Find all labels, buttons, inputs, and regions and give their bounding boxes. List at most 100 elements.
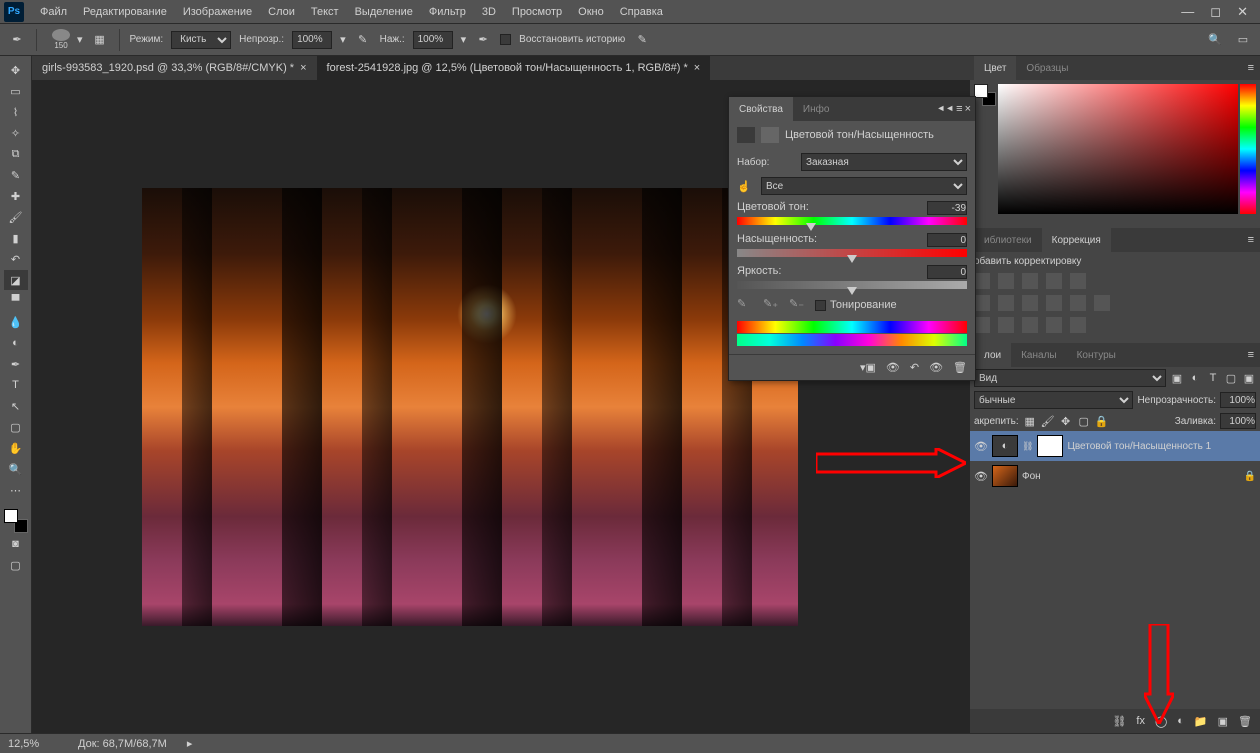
adj-hue-icon[interactable]	[974, 295, 990, 311]
adj-thresh-icon[interactable]	[1022, 317, 1038, 333]
layer-opacity-input[interactable]	[1220, 392, 1256, 408]
panel-menu-icon[interactable]: ≡	[1242, 234, 1260, 246]
adj-selcolor-icon[interactable]	[1070, 317, 1086, 333]
lock-artboard-icon[interactable]: ▢	[1077, 414, 1091, 428]
menu-view[interactable]: Просмотр	[504, 6, 570, 18]
eyedropper-icon[interactable]: ✎	[737, 297, 753, 313]
lock-all-icon[interactable]: 🔒	[1095, 414, 1109, 428]
tab-info[interactable]: Инфо	[793, 97, 840, 121]
pressure-size-icon[interactable]: ✎	[633, 31, 651, 49]
close-icon[interactable]: ×	[694, 62, 700, 74]
sat-input[interactable]	[927, 233, 967, 247]
hue-slider[interactable]	[737, 217, 967, 225]
document-tab-0[interactable]: girls-993583_1920.psd @ 33,3% (RGB/8#/CM…	[32, 56, 317, 80]
window-maximize-icon[interactable]: ◻	[1210, 4, 1221, 20]
menu-3d[interactable]: 3D	[474, 6, 504, 18]
layer-name[interactable]: Цветовой тон/Насыщенность 1	[1067, 441, 1256, 452]
link-layers-icon[interactable]: ⛓	[1112, 715, 1126, 728]
flow-input[interactable]	[413, 31, 453, 49]
light-input[interactable]	[927, 265, 967, 279]
menu-edit[interactable]: Редактирование	[75, 6, 175, 18]
airbrush-icon[interactable]: ✒	[474, 31, 492, 49]
reset-icon[interactable]: ↶	[910, 361, 919, 374]
tab-properties[interactable]: Свойства	[729, 97, 793, 121]
adj-levels-icon[interactable]	[998, 273, 1014, 289]
wand-tool[interactable]: ✧	[4, 123, 28, 143]
tab-adjustments[interactable]: Коррекция	[1042, 228, 1111, 252]
quickmask-tool[interactable]: ◙	[4, 534, 28, 554]
menu-text[interactable]: Текст	[303, 6, 347, 18]
zoom-value[interactable]: 12,5%	[8, 738, 58, 750]
restore-history-checkbox[interactable]	[500, 34, 511, 45]
tool-preset-icon[interactable]: ✒	[8, 31, 26, 49]
gradient-tool[interactable]: ▀	[4, 291, 28, 311]
marquee-tool[interactable]: ▭	[4, 81, 28, 101]
sat-slider[interactable]	[737, 249, 967, 257]
group-icon[interactable]: 📁	[1194, 715, 1208, 728]
lock-trans-icon[interactable]: ▦	[1023, 414, 1037, 428]
blend-mode-select[interactable]: Кисть	[171, 31, 231, 49]
doc-size[interactable]: Док: 68,7M/68,7M	[78, 738, 167, 750]
tab-libraries[interactable]: иблиотеки	[974, 228, 1042, 252]
adj-bw-icon[interactable]	[1022, 295, 1038, 311]
lock-pos-icon[interactable]: ✥	[1059, 414, 1073, 428]
brush-tool[interactable]: 🖌	[4, 207, 28, 227]
lasso-tool[interactable]: ⌇	[4, 102, 28, 122]
menu-filter[interactable]: Фильтр	[421, 6, 474, 18]
rectangle-tool[interactable]: ▢	[4, 417, 28, 437]
filter-smart-icon[interactable]: ▣	[1242, 371, 1256, 385]
tab-channels[interactable]: Каналы	[1011, 343, 1067, 367]
layer-thumb[interactable]: ◐	[992, 435, 1018, 457]
menu-image[interactable]: Изображение	[175, 6, 260, 18]
menu-help[interactable]: Справка	[612, 6, 671, 18]
hue-strip[interactable]	[1240, 84, 1256, 214]
adj-poster-icon[interactable]	[998, 317, 1014, 333]
adj-exposure-icon[interactable]	[1046, 273, 1062, 289]
close-icon[interactable]: ×	[965, 103, 971, 115]
eyedropper-add-icon[interactable]: ✎₊	[763, 297, 779, 313]
blur-tool[interactable]: 💧	[4, 312, 28, 332]
brush-panel-icon[interactable]: ▦	[91, 31, 109, 49]
panel-menu-icon[interactable]: ≡	[1242, 62, 1260, 74]
colorize-checkbox[interactable]	[815, 300, 826, 311]
menu-window[interactable]: Окно	[570, 6, 612, 18]
search-icon[interactable]: 🔍	[1206, 31, 1224, 49]
eyedropper-sub-icon[interactable]: ✎₋	[789, 297, 805, 313]
adj-curves-icon[interactable]	[1022, 273, 1038, 289]
tab-paths[interactable]: Контуры	[1067, 343, 1126, 367]
adjustment-layer-icon[interactable]: ◐	[1177, 715, 1184, 727]
screenmode-tool[interactable]: ▢	[4, 555, 28, 575]
eraser-tool[interactable]: ◪	[4, 270, 28, 290]
stamp-tool[interactable]: ▮	[4, 228, 28, 248]
delete-icon[interactable]: 🗑	[1238, 715, 1252, 728]
collapse-icon[interactable]: ◄◄	[936, 103, 954, 115]
filter-adjust-icon[interactable]: ◐	[1188, 371, 1202, 385]
light-slider[interactable]	[737, 281, 967, 289]
adj-invert-icon[interactable]	[974, 317, 990, 333]
hue-input[interactable]	[927, 201, 967, 215]
visibility-icon[interactable]: 👁	[974, 470, 988, 483]
edit-toolbar[interactable]: ⋯	[4, 480, 28, 500]
clip-icon[interactable]: ▾▣	[860, 361, 876, 374]
zoom-tool[interactable]: 🔍	[4, 459, 28, 479]
filter-pixel-icon[interactable]: ▣	[1170, 371, 1184, 385]
heal-tool[interactable]: ✚	[4, 186, 28, 206]
layer-thumb[interactable]	[992, 465, 1018, 487]
filter-type-icon[interactable]: T	[1206, 371, 1220, 385]
menu-layers[interactable]: Слои	[260, 6, 303, 18]
panel-menu-icon[interactable]: ≡	[1242, 349, 1260, 361]
path-select-tool[interactable]: ↖	[4, 396, 28, 416]
lock-pixels-icon[interactable]: 🖌	[1041, 414, 1055, 428]
layer-kind-select[interactable]: Вид	[974, 369, 1166, 387]
delete-icon[interactable]: 🗑	[953, 361, 967, 374]
close-icon[interactable]: ×	[300, 62, 306, 74]
color-swatch-mini[interactable]	[974, 84, 996, 106]
adj-colorbal-icon[interactable]	[998, 295, 1014, 311]
status-arrow-icon[interactable]: ▸	[187, 737, 193, 750]
brush-preview[interactable]: 150 ▾	[47, 29, 83, 51]
opacity-input[interactable]	[292, 31, 332, 49]
history-brush-tool[interactable]: ↶	[4, 249, 28, 269]
finger-icon[interactable]: ☝	[737, 180, 755, 193]
tab-color[interactable]: Цвет	[974, 56, 1016, 80]
preset-select[interactable]: Заказная	[801, 153, 967, 171]
